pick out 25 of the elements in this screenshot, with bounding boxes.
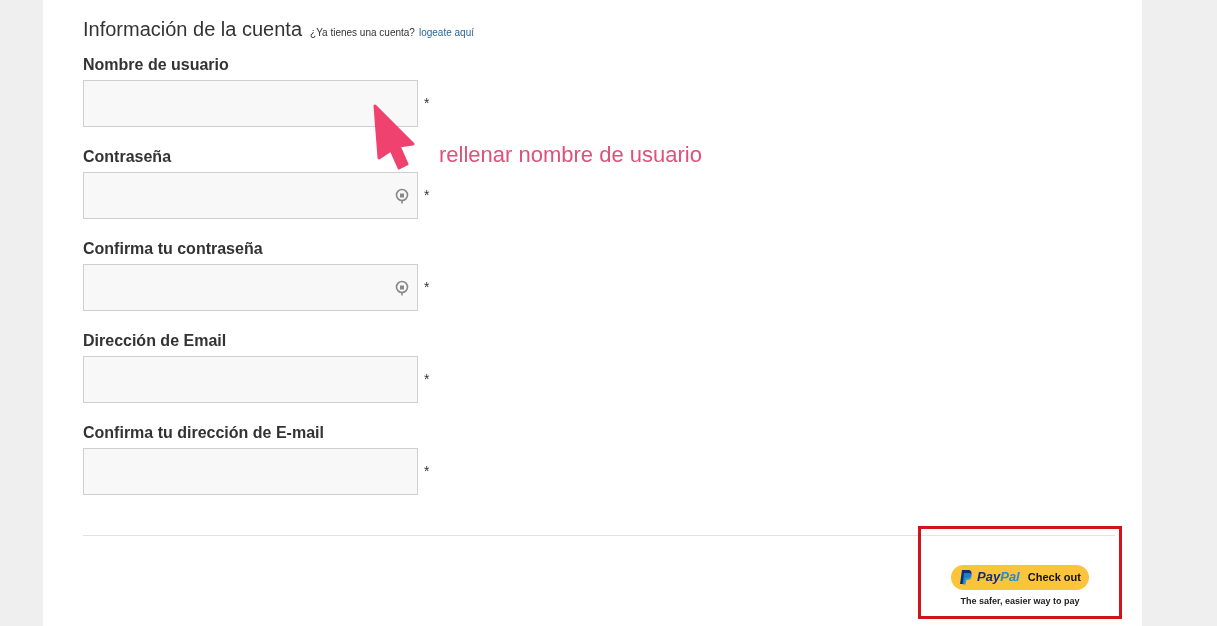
tagline: The safer, easier way to pay: [960, 594, 1080, 608]
required-mark: *: [424, 462, 430, 481]
text-field[interactable]: [83, 80, 418, 127]
field-label: Contraseña: [83, 147, 172, 167]
login-link[interactable]: logeate aquí: [418, 25, 474, 40]
paypal-logo-icon: [959, 569, 974, 585]
password-field[interactable]: [83, 264, 418, 311]
key-icon[interactable]: [395, 279, 409, 296]
field-label: Confirma tu dirección de E-mail: [83, 423, 324, 443]
required-mark: *: [424, 186, 430, 205]
arrow-cursor-icon: [373, 104, 415, 170]
field-label: Confirma tu contraseña: [83, 239, 263, 259]
field-label: Dirección de Email: [83, 331, 227, 351]
text-field[interactable]: [83, 448, 418, 495]
key-icon[interactable]: [395, 187, 409, 204]
required-mark: *: [424, 278, 430, 297]
section-title: Información de la cuenta: [83, 17, 303, 42]
required-mark: *: [424, 370, 430, 389]
field-label: Nombre de usuario: [83, 55, 229, 75]
password-field[interactable]: [83, 172, 418, 219]
login-prompt: ¿Ya tienes una cuenta?: [310, 26, 415, 40]
required-mark: *: [424, 94, 430, 113]
annotation-text: rellenar nombre de usuario: [439, 141, 702, 169]
paypal-checkout-button[interactable]: PayPal Check out: [951, 564, 1089, 590]
text-field[interactable]: [83, 356, 418, 403]
